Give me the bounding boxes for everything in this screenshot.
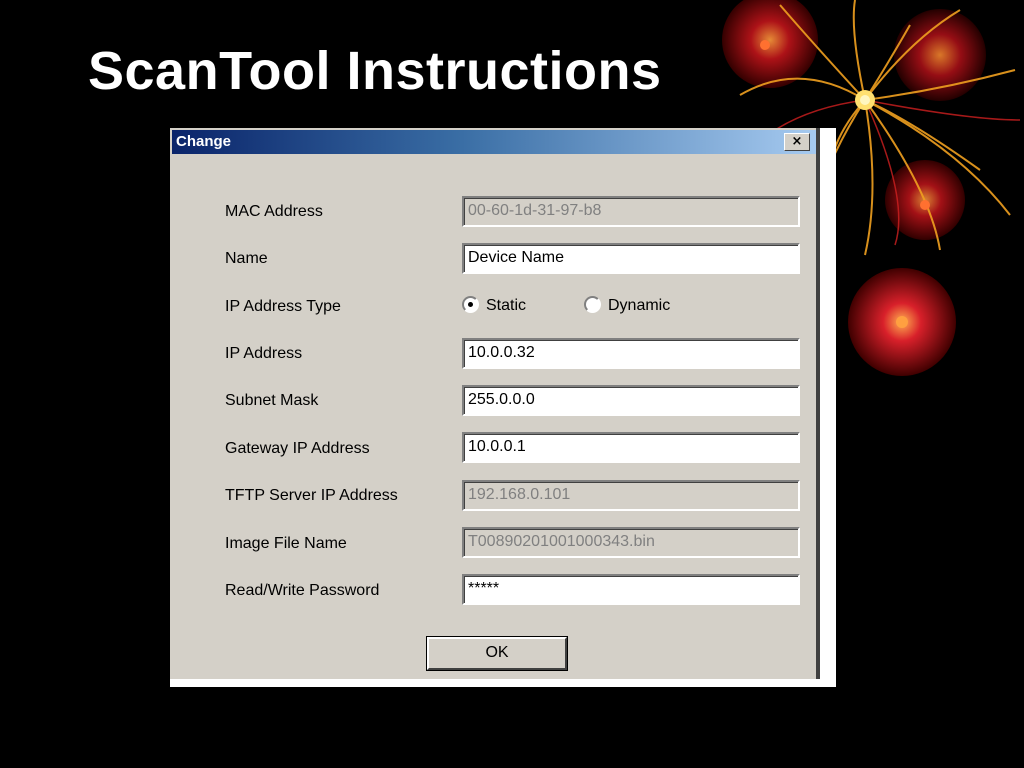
dynamic-radio-label: Dynamic bbox=[608, 297, 671, 314]
firework-spark bbox=[760, 40, 770, 50]
slide: ScanTool Instructions Change × MAC Addre… bbox=[0, 0, 1024, 768]
firework-streak bbox=[864, 99, 874, 256]
dynamic-radio[interactable]: Dynamic bbox=[584, 296, 670, 316]
dialog-title: Change bbox=[176, 133, 232, 150]
dialog-titlebar[interactable]: Change × bbox=[172, 130, 816, 154]
tftp-server-ip-field: 192.168.0.101 bbox=[462, 480, 800, 511]
tftp-server-ip-label: TFTP Server IP Address bbox=[225, 487, 398, 504]
static-radio-label: Static bbox=[486, 297, 527, 314]
password-label: Read/Write Password bbox=[225, 582, 380, 599]
dialog-frame: Change × MAC Address 00-60-1d-31-97-b8 N… bbox=[170, 128, 820, 679]
change-dialog: Change × MAC Address 00-60-1d-31-97-b8 N… bbox=[170, 128, 836, 687]
ip-address-field[interactable]: 10.0.0.32 bbox=[462, 338, 800, 369]
ip-address-type-label: IP Address Type bbox=[225, 298, 341, 315]
radio-unchecked-icon bbox=[584, 296, 601, 313]
image-file-name-field: T00890201001000343.bin bbox=[462, 527, 800, 558]
close-icon: × bbox=[791, 134, 803, 149]
gateway-ip-field[interactable]: 10.0.0.1 bbox=[462, 432, 800, 463]
name-field[interactable]: Device Name bbox=[462, 243, 800, 274]
mac-address-label: MAC Address bbox=[225, 203, 323, 220]
firework-spark bbox=[896, 316, 908, 328]
firework-spark bbox=[860, 95, 870, 105]
subnet-mask-field[interactable]: 255.0.0.0 bbox=[462, 385, 800, 416]
static-radio[interactable]: Static bbox=[462, 296, 526, 316]
gateway-ip-label: Gateway IP Address bbox=[225, 440, 370, 457]
firework-streak bbox=[852, 0, 866, 101]
mac-address-field: 00-60-1d-31-97-b8 bbox=[462, 196, 800, 227]
subnet-mask-label: Subnet Mask bbox=[225, 392, 319, 409]
firework-ball bbox=[722, 0, 818, 88]
password-field[interactable]: ***** bbox=[462, 574, 800, 605]
close-button[interactable]: × bbox=[784, 133, 810, 151]
radio-checked-icon bbox=[462, 296, 479, 313]
firework-streak bbox=[864, 99, 1021, 121]
firework-spark bbox=[920, 200, 930, 210]
ip-address-label: IP Address bbox=[225, 345, 303, 362]
slide-title: ScanTool Instructions bbox=[88, 41, 662, 101]
name-label: Name bbox=[225, 250, 268, 267]
image-file-name-label: Image File Name bbox=[225, 535, 347, 552]
ok-button[interactable]: OK bbox=[426, 636, 568, 671]
